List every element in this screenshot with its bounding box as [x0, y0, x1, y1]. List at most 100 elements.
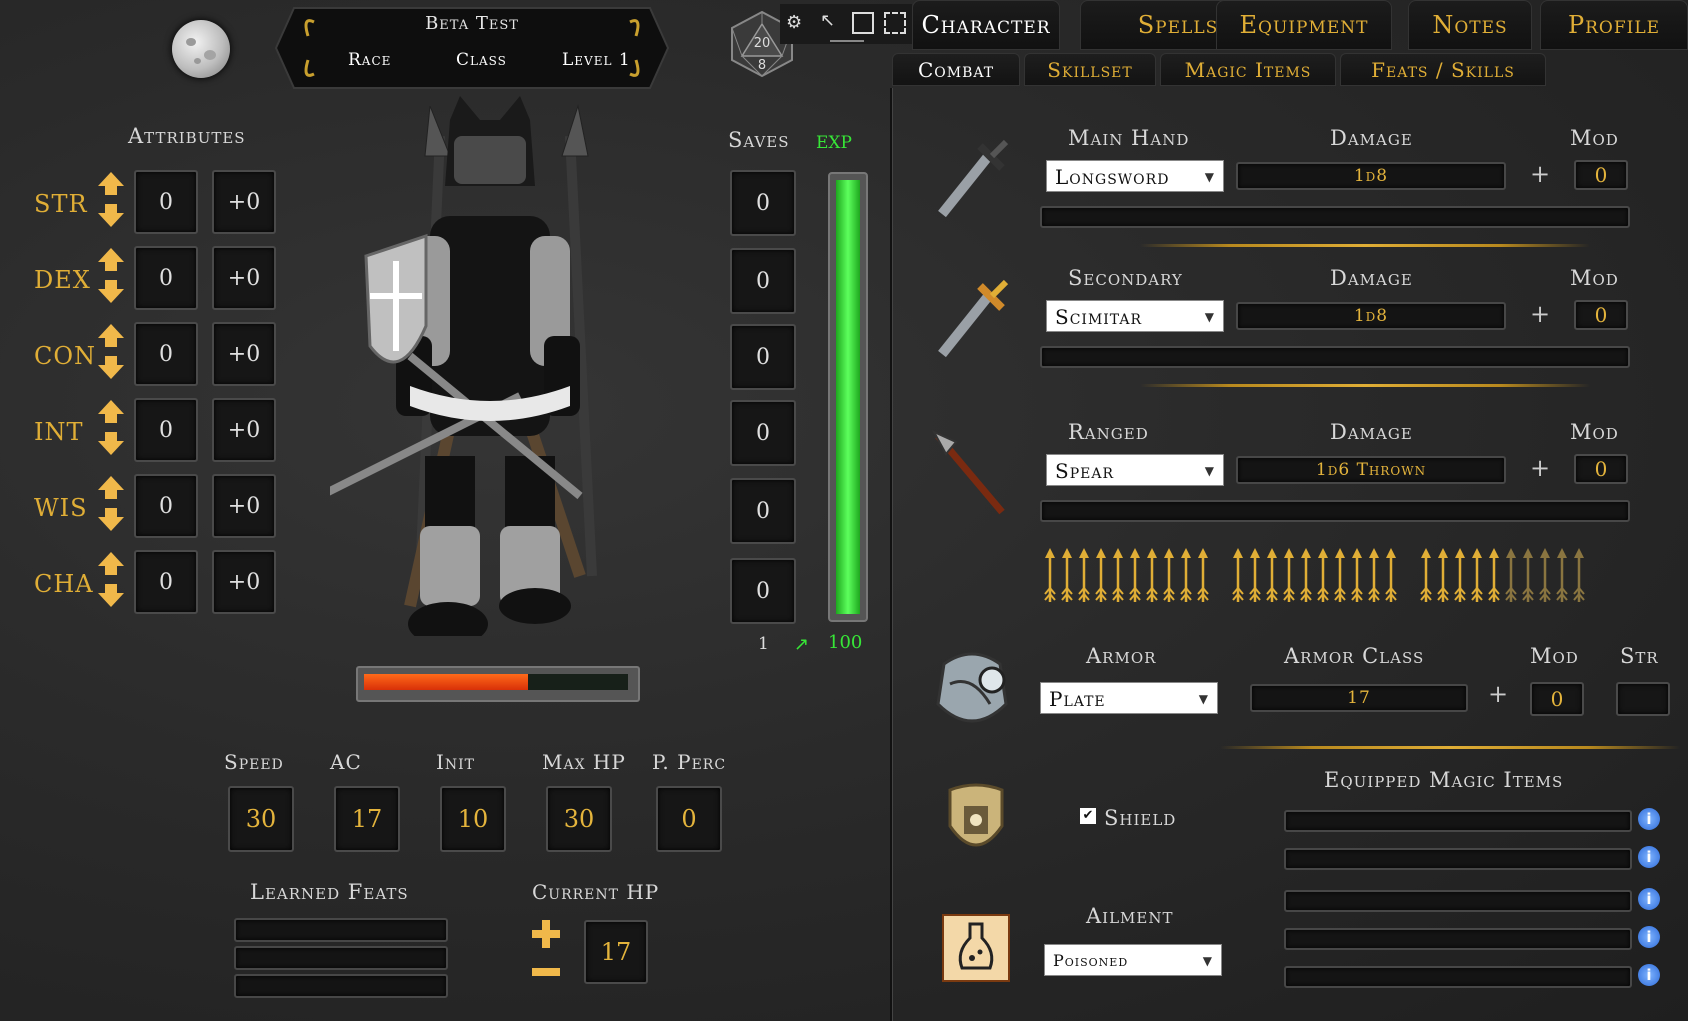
tab-equipment[interactable]: Equipment [1216, 0, 1392, 50]
weapon-mod-value[interactable]: 0 [1574, 300, 1628, 330]
hp-decrease-icon[interactable] [532, 968, 560, 976]
info-icon[interactable]: i [1638, 808, 1660, 830]
tab-profile[interactable]: Profile [1540, 0, 1688, 50]
attribute-increase-icon[interactable] [98, 476, 124, 490]
shield-checkbox[interactable]: ✔ [1080, 808, 1096, 824]
attribute-decrease-icon[interactable] [98, 441, 124, 455]
ammo-arrow-icon[interactable] [1283, 548, 1295, 602]
save-value[interactable]: 0 [730, 170, 796, 236]
ammo-arrow-icon[interactable] [1112, 548, 1124, 602]
save-value[interactable]: 0 [730, 248, 796, 314]
ammo-arrow-icon[interactable] [1420, 548, 1432, 602]
pointer-icon[interactable]: ↖ [820, 10, 842, 32]
ammo-arrow-icon[interactable] [1505, 548, 1517, 602]
learned-feat-slot-1[interactable] [234, 918, 448, 942]
attribute-increase-icon[interactable] [98, 552, 124, 566]
save-value[interactable]: 0 [730, 558, 796, 624]
weapon-mod-value[interactable]: 0 [1574, 160, 1628, 190]
info-icon[interactable]: i [1638, 926, 1660, 948]
info-icon[interactable]: i [1638, 888, 1660, 910]
tab-character[interactable]: Character [912, 0, 1060, 50]
settings-icon[interactable]: ⚙ [786, 12, 808, 34]
frame-icon[interactable] [852, 12, 874, 34]
info-icon[interactable]: i [1638, 846, 1660, 868]
level-label[interactable]: Level 1 [562, 50, 631, 70]
save-value[interactable]: 0 [730, 400, 796, 466]
attribute-increase-icon[interactable] [98, 324, 124, 338]
ammo-arrow-icon[interactable] [1454, 548, 1466, 602]
stat-value[interactable]: 0 [656, 786, 722, 852]
ammo-arrow-icon[interactable] [1061, 548, 1073, 602]
stat-value[interactable]: 30 [546, 786, 612, 852]
ammo-arrow-icon[interactable] [1488, 548, 1500, 602]
ammo-arrow-icon[interactable] [1249, 548, 1261, 602]
attribute-value[interactable]: 0 [134, 550, 198, 614]
attribute-value[interactable]: 0 [134, 398, 198, 462]
subtab-feats-skills[interactable]: Feats / Skills [1340, 53, 1546, 86]
attribute-decrease-icon[interactable] [98, 593, 124, 607]
current-hp-value[interactable]: 17 [584, 920, 648, 984]
learned-feat-slot-3[interactable] [234, 974, 448, 998]
magic-item-slot[interactable] [1284, 848, 1632, 870]
save-value[interactable]: 0 [730, 478, 796, 544]
attribute-increase-icon[interactable] [98, 172, 124, 186]
race-label[interactable]: Race [348, 50, 391, 70]
ammo-arrow-icon[interactable] [1129, 548, 1141, 602]
attribute-value[interactable]: 0 [134, 474, 198, 538]
attribute-increase-icon[interactable] [98, 400, 124, 414]
ammo-arrow-icon[interactable] [1095, 548, 1107, 602]
weapon-select[interactable]: Longsword ▼ [1046, 160, 1224, 192]
armor-class-value[interactable]: 17 [1250, 684, 1468, 712]
attribute-increase-icon[interactable] [98, 248, 124, 262]
info-icon[interactable]: i [1638, 964, 1660, 986]
ammo-arrow-icon[interactable] [1556, 548, 1568, 602]
class-label[interactable]: Class [456, 50, 507, 70]
ailment-select[interactable]: Poisoned ▼ [1044, 944, 1222, 976]
stat-value[interactable]: 30 [228, 786, 294, 852]
damage-value[interactable]: 1d6 Thrown [1236, 456, 1506, 484]
weapon-select[interactable]: Spear ▼ [1046, 454, 1224, 486]
ammo-arrow-icon[interactable] [1163, 548, 1175, 602]
ammo-arrow-icon[interactable] [1266, 548, 1278, 602]
ammo-arrow-icon[interactable] [1146, 548, 1158, 602]
armor-select[interactable]: Plate ▼ [1040, 682, 1218, 714]
hp-increase-icon[interactable] [532, 920, 560, 948]
magic-item-slot[interactable] [1284, 810, 1632, 832]
ammo-arrow-icon[interactable] [1044, 548, 1056, 602]
ammo-arrow-icon[interactable] [1471, 548, 1483, 602]
attribute-decrease-icon[interactable] [98, 365, 124, 379]
ammo-arrow-icon[interactable] [1573, 548, 1585, 602]
ammo-arrow-icon[interactable] [1197, 548, 1209, 602]
toolbar-grip[interactable] [830, 40, 864, 42]
ammo-arrow-icon[interactable] [1334, 548, 1346, 602]
ammo-arrow-icon[interactable] [1437, 548, 1449, 602]
weapon-mod-value[interactable]: 0 [1574, 454, 1628, 484]
magic-item-slot[interactable] [1284, 966, 1632, 988]
ammo-arrow-icon[interactable] [1317, 548, 1329, 602]
subtab-magic-items[interactable]: Magic Items [1160, 53, 1336, 86]
tab-notes[interactable]: Notes [1408, 0, 1532, 50]
learned-feat-slot-2[interactable] [234, 946, 448, 970]
damage-value[interactable]: 1d8 [1236, 302, 1506, 330]
ammo-arrow-icon[interactable] [1539, 548, 1551, 602]
select-region-icon[interactable] [884, 12, 906, 34]
damage-value[interactable]: 1d8 [1236, 162, 1506, 190]
weapon-notes-field[interactable] [1040, 500, 1630, 522]
attribute-decrease-icon[interactable] [98, 213, 124, 227]
stat-value[interactable]: 10 [440, 786, 506, 852]
ammo-arrow-icon[interactable] [1232, 548, 1244, 602]
stat-value[interactable]: 17 [334, 786, 400, 852]
subtab-combat[interactable]: Combat [892, 53, 1020, 86]
ammo-arrow-icon[interactable] [1180, 548, 1192, 602]
attribute-value[interactable]: 0 [134, 322, 198, 386]
weapon-notes-field[interactable] [1040, 206, 1630, 228]
ammo-arrow-icon[interactable] [1300, 548, 1312, 602]
attribute-value[interactable]: 0 [134, 170, 198, 234]
ammo-arrow-icon[interactable] [1385, 548, 1397, 602]
armor-str-value[interactable] [1616, 682, 1670, 716]
ammo-arrow-icon[interactable] [1351, 548, 1363, 602]
magic-item-slot[interactable] [1284, 890, 1632, 912]
armor-mod-value[interactable]: 0 [1530, 682, 1584, 716]
magic-item-slot[interactable] [1284, 928, 1632, 950]
ammo-arrow-icon[interactable] [1368, 548, 1380, 602]
